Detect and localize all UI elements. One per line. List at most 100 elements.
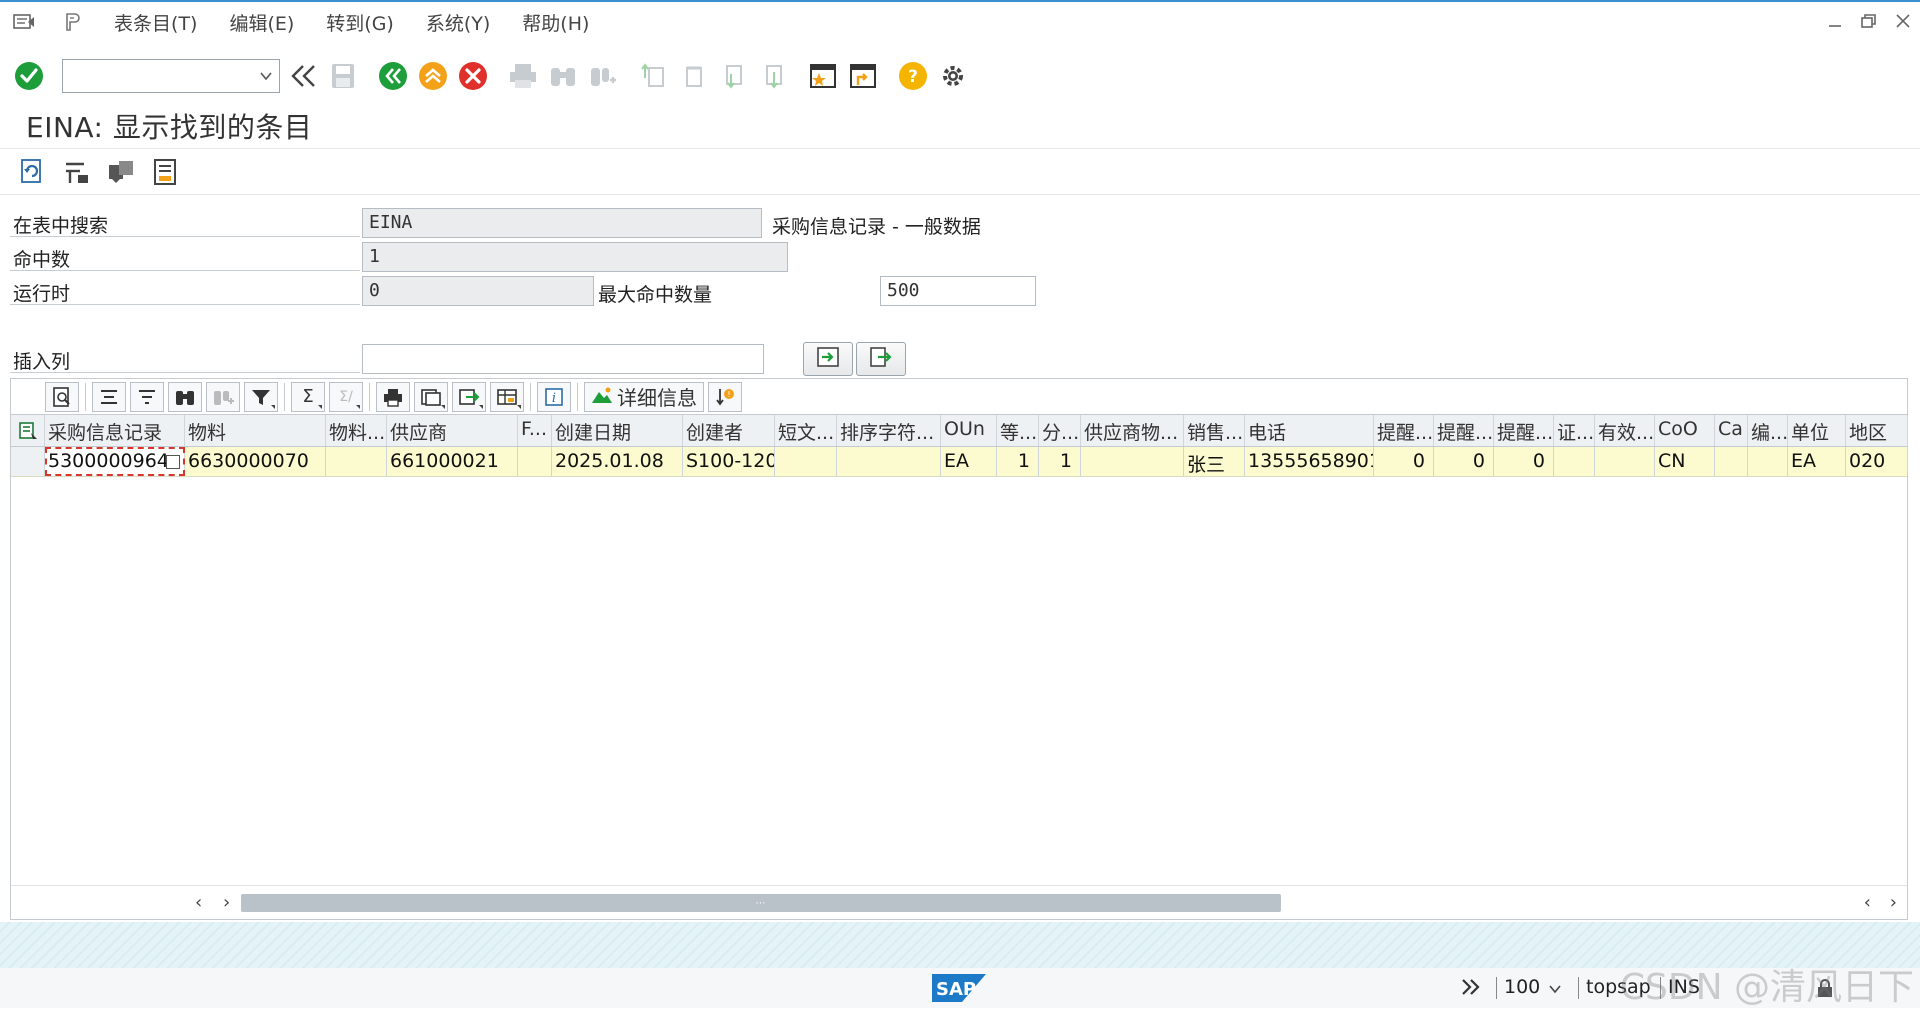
cell-short-text[interactable] (775, 447, 837, 476)
cell-reminder-3[interactable]: 0 (1494, 447, 1554, 476)
col-header-salesperson[interactable]: 销售... (1184, 415, 1245, 446)
cell-unit[interactable]: EA (1788, 447, 1846, 476)
new-session-icon[interactable] (806, 59, 840, 93)
cell-salesperson[interactable]: 张三 (1184, 447, 1245, 476)
cell-vendor[interactable]: 661000021 (387, 447, 518, 476)
command-field[interactable] (62, 59, 280, 93)
remove-column-button[interactable] (856, 342, 906, 376)
col-header-numerator[interactable]: 等... (997, 415, 1039, 446)
cell-reminder-1[interactable]: 0 (1374, 447, 1434, 476)
col-header-valid[interactable]: 有效... (1595, 415, 1655, 446)
cell-created-on[interactable]: 2025.01.08 (552, 447, 683, 476)
cell-order-unit[interactable]: EA (941, 447, 997, 476)
col-header-created-by[interactable]: 创建者 (683, 415, 775, 446)
expand-status-icon[interactable] (1460, 976, 1482, 1002)
insert-column-field[interactable] (362, 344, 764, 374)
back-icon[interactable] (376, 59, 410, 93)
info-icon[interactable]: i (537, 381, 571, 412)
find-next-icon[interactable] (586, 59, 620, 93)
col-header-country-of-origin[interactable]: CoO (1655, 415, 1715, 446)
collapse-left-icon[interactable] (286, 59, 320, 93)
col-header-certificate[interactable]: 证... (1554, 415, 1595, 446)
menu-edit[interactable]: 编辑(E) (229, 9, 294, 36)
row-selector[interactable] (11, 447, 45, 476)
col-header-material-group[interactable]: 物料... (326, 415, 387, 446)
scroll-left-icon[interactable]: ‹ (195, 892, 202, 913)
export-grid-icon[interactable] (452, 381, 486, 412)
cell-sort-string[interactable] (837, 447, 941, 476)
col-header-info-record[interactable]: 采购信息记录 (45, 415, 185, 446)
views-icon[interactable] (414, 381, 448, 412)
hits-field[interactable]: 1 (362, 242, 788, 272)
col-header-vendor[interactable]: 供应商 (387, 415, 518, 446)
col-header-reminder-3[interactable]: 提醒... (1494, 415, 1554, 446)
menu-help[interactable]: 帮助(H) (522, 9, 589, 36)
sort-ascending-icon[interactable] (92, 381, 126, 412)
previous-page-icon[interactable] (676, 59, 710, 93)
menu-goto[interactable]: 转到(G) (326, 9, 394, 36)
menu-icon[interactable] (10, 11, 38, 33)
cell-certificate[interactable] (1554, 447, 1595, 476)
help-icon[interactable]: ? (896, 59, 930, 93)
cell-number[interactable] (1748, 447, 1788, 476)
settings-gear-icon[interactable] (936, 59, 970, 93)
selection-criteria-icon[interactable] (60, 155, 94, 189)
col-header-flag[interactable]: F... (518, 415, 552, 446)
col-header-unit[interactable]: 单位 (1788, 415, 1846, 446)
horizontal-scrollbar[interactable]: ‹ › ⋯ ‹ › (11, 885, 1907, 919)
refresh-icon[interactable] (16, 155, 50, 189)
cell-material-group[interactable] (326, 447, 387, 476)
cell-denominator[interactable]: 1 (1039, 447, 1081, 476)
col-header-order-unit[interactable]: OUn (941, 415, 997, 446)
cell-created-by[interactable]: S100-120 (683, 447, 775, 476)
menu-table-entry[interactable]: 表条目(T) (114, 9, 197, 36)
cell-flag[interactable] (518, 447, 552, 476)
layout-icon[interactable] (490, 381, 524, 412)
exit-up-icon[interactable] (416, 59, 450, 93)
shortcut-icon[interactable] (846, 59, 880, 93)
scroll-right-icon[interactable]: › (223, 892, 230, 913)
sort-info-icon[interactable]: ! (708, 381, 742, 412)
print-icon[interactable] (506, 59, 540, 93)
restore-icon[interactable] (1852, 6, 1886, 36)
col-header-denominator[interactable]: 分... (1039, 415, 1081, 446)
col-header-vendor-material[interactable]: 供应商物... (1081, 415, 1184, 446)
cell-country-of-origin[interactable]: CN (1655, 447, 1715, 476)
copy-icon[interactable] (166, 455, 180, 469)
cell-valid[interactable] (1595, 447, 1655, 476)
cell-vendor-material[interactable] (1081, 447, 1184, 476)
find-icon[interactable] (546, 59, 580, 93)
cell-region[interactable]: 020 (1846, 447, 1908, 476)
cancel-icon[interactable] (456, 59, 490, 93)
subtotal-icon[interactable]: Σ/ (329, 381, 363, 412)
insert-column-button[interactable] (803, 342, 853, 376)
cell-ca[interactable] (1715, 447, 1748, 476)
col-header-created-on[interactable]: 创建日期 (552, 415, 683, 446)
first-page-icon[interactable] (636, 59, 670, 93)
cell-info-record[interactable]: 5300000964 (45, 447, 185, 476)
col-header-sort-string[interactable]: 排序字符... (837, 415, 941, 446)
scroll-left-end-icon[interactable]: ‹ (1864, 892, 1871, 913)
details-view-icon[interactable] (45, 381, 79, 412)
chevron-down-icon[interactable] (259, 68, 273, 87)
filter-icon[interactable] (244, 381, 278, 412)
find-binoculars-icon[interactable] (168, 381, 202, 412)
select-all-icon[interactable] (11, 415, 45, 446)
col-header-reminder-2[interactable]: 提醒... (1434, 415, 1494, 446)
search-table-field[interactable]: EINA (362, 208, 762, 238)
pin-icon[interactable] (58, 11, 86, 33)
col-header-number[interactable]: 编... (1748, 415, 1788, 446)
total-sigma-icon[interactable]: Σ (291, 381, 325, 412)
col-header-material[interactable]: 物料 (185, 415, 326, 446)
scroll-right-end-icon[interactable]: › (1890, 892, 1897, 913)
menu-system[interactable]: 系统(Y) (426, 9, 490, 36)
cell-reminder-2[interactable]: 0 (1434, 447, 1494, 476)
col-header-ca[interactable]: Ca (1715, 415, 1748, 446)
runtime-field[interactable]: 0 (362, 276, 594, 306)
save-icon[interactable] (326, 59, 360, 93)
details-button[interactable]: 详细信息 (584, 381, 704, 412)
table-contents-icon[interactable] (104, 155, 138, 189)
table-row[interactable]: 5300000964 6630000070 661000021 2025.01.… (11, 447, 1908, 477)
close-window-icon[interactable] (1886, 6, 1920, 36)
cell-telephone[interactable]: 13555658901 (1245, 447, 1374, 476)
